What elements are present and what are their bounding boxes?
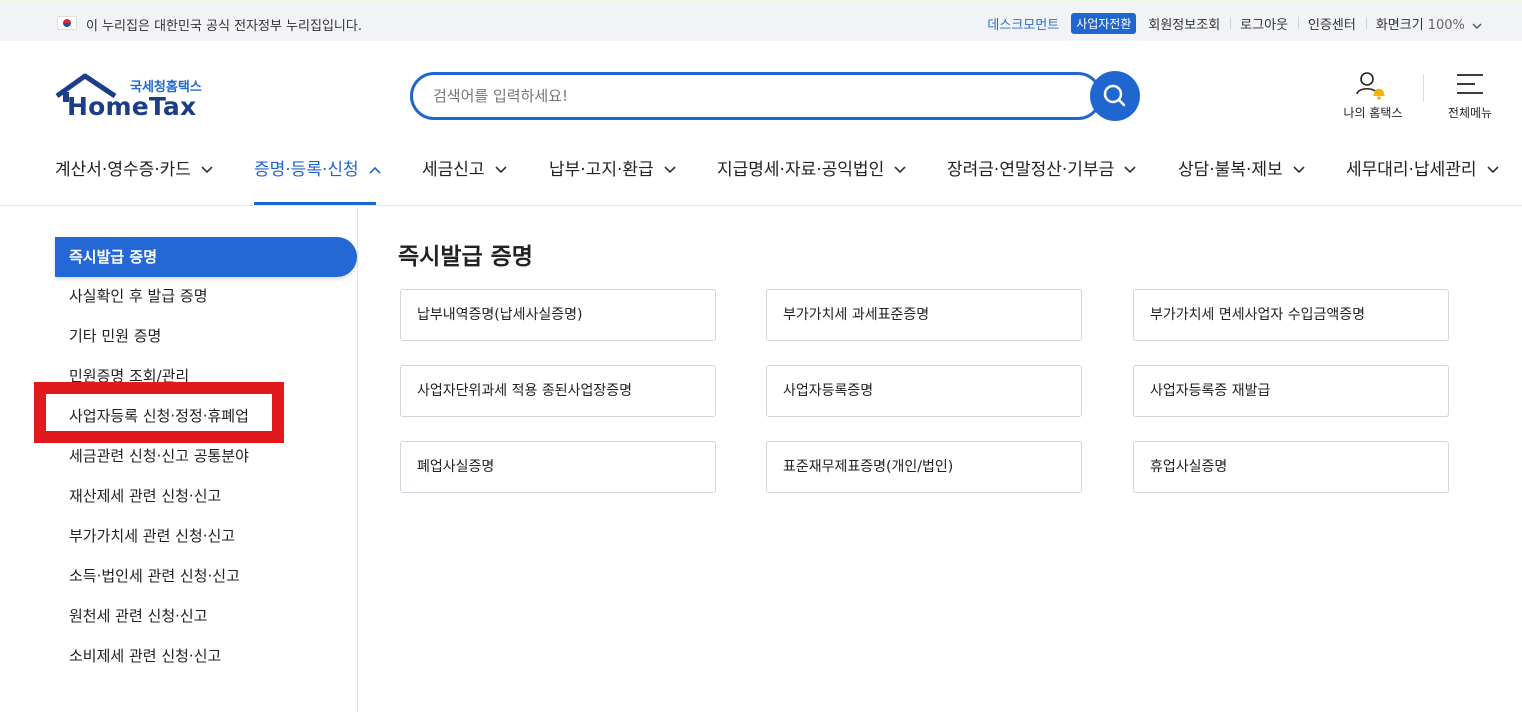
chevron-down-icon (1486, 166, 1499, 174)
sidebar-item-withholding-tax[interactable]: 원천세 관련 신청·신고 (55, 596, 208, 636)
search-button[interactable] (1090, 71, 1140, 121)
all-menu-button[interactable]: 전체메뉴 (1443, 70, 1497, 122)
cert-card-business-registration[interactable]: 사업자등록증명 (766, 365, 1082, 417)
cert-card-vat-tax-base[interactable]: 부가가치세 과세표준증명 (766, 289, 1082, 341)
nav-item-label: 납부·고지·환급 (549, 160, 654, 180)
gov-notice[interactable]: 이 누리집은 대한민국 공식 전자정부 누리집입니다. (86, 15, 362, 34)
member-info-link[interactable]: 회원정보조회 (1138, 14, 1230, 33)
sidebar-item-property-tax[interactable]: 재산제세 관련 신청·신고 (55, 476, 221, 516)
chevron-up-icon (369, 166, 381, 174)
sidebar-item-instant-certificate[interactable]: 즉시발급 증명 (55, 237, 357, 277)
my-hometax-button[interactable]: 나의 홈택스 (1338, 70, 1408, 122)
logo-english-text: HomeTax (67, 92, 197, 121)
nav-item-certificate-registration[interactable]: 증명·등록·신청 (254, 155, 381, 180)
sidebar-item-vat[interactable]: 부가가치세 관련 신청·신고 (55, 516, 235, 556)
nav-item-payment-statement[interactable]: 지급명세·자료·공익법인 (717, 155, 906, 180)
nav-item-label: 지급명세·자료·공익법인 (717, 160, 885, 180)
nav-item-label: 증명·등록·신청 (254, 160, 359, 180)
search-icon (1103, 84, 1126, 107)
cert-card-closure[interactable]: 폐업사실증명 (400, 441, 716, 493)
nav-item-payment-notice-refund[interactable]: 납부·고지·환급 (549, 155, 676, 180)
zoom-control[interactable]: 화면크기 100% (1365, 14, 1492, 33)
zoom-value: 100% (1427, 18, 1465, 33)
chevron-down-icon (1293, 166, 1305, 174)
nav-item-label: 세금신고 (422, 160, 485, 180)
main-navigation: 계산서·영수증·카드 증명·등록·신청 세금신고 납부·고지·환급 지급명세·자… (0, 140, 1522, 206)
cert-card-vat-exempt-income[interactable]: 부가가치세 면세사업자 수입금액증명 (1133, 289, 1449, 341)
cert-card-registration-reissue[interactable]: 사업자등록증 재발급 (1133, 365, 1449, 417)
nav-item-invoice-receipt-card[interactable]: 계산서·영수증·카드 (55, 155, 213, 180)
logout-link[interactable]: 로그아웃 (1230, 14, 1298, 33)
cert-card-suspension[interactable]: 휴업사실증명 (1133, 441, 1449, 493)
chevron-down-icon (894, 166, 906, 174)
my-hometax-label: 나의 홈택스 (1343, 106, 1403, 120)
nav-item-tax-agent-management[interactable]: 세무대리·납세관리 (1346, 155, 1499, 180)
nav-item-label: 세무대리·납세관리 (1346, 160, 1477, 180)
hamburger-menu-icon (1457, 74, 1483, 94)
desk-moment-link[interactable]: 데스크모먼트 (977, 14, 1069, 33)
business-switch-button[interactable]: 사업자전환 (1071, 13, 1137, 34)
korea-flag-icon (57, 16, 77, 30)
nav-item-label: 계산서·영수증·카드 (55, 160, 191, 180)
header-divider (1423, 74, 1424, 102)
nav-item-incentive-yearend-donation[interactable]: 장려금·연말정산·기부금 (947, 155, 1136, 180)
page-title: 즉시발급 증명 (398, 244, 533, 270)
search-box (410, 72, 1102, 120)
zoom-label: 화면크기 (1375, 18, 1424, 33)
nav-item-label: 상담·불복·제보 (1178, 160, 1283, 180)
hometax-logo[interactable]: 국세청홈택스 HomeTax (55, 72, 215, 122)
all-menu-label: 전체메뉴 (1447, 106, 1493, 120)
cert-center-link[interactable]: 인증센터 (1298, 14, 1366, 33)
active-nav-underline (254, 202, 376, 205)
sidebar-item-consumption-tax[interactable]: 소비제세 관련 신청·신고 (55, 636, 221, 676)
chevron-down-icon (1472, 22, 1482, 29)
sidebar-item-tax-common[interactable]: 세금관련 신청·신고 공통분야 (55, 436, 249, 476)
cert-card-payment-history[interactable]: 납부내역증명(납세사실증명) (400, 289, 716, 341)
nav-item-consult-appeal-report[interactable]: 상담·불복·제보 (1178, 155, 1305, 180)
sidebar-item-income-corporate-tax[interactable]: 소득·법인세 관련 신청·신고 (55, 556, 240, 596)
search-input[interactable] (433, 85, 1073, 107)
cert-card-financial-statement[interactable]: 표준재무제표증명(개인/법인) (766, 441, 1082, 493)
gov-banner: 이 누리집은 대한민국 공식 전자정부 누리집입니다. 데스크모먼트 사업자전환… (0, 0, 1522, 41)
sidebar-item-other-certificate[interactable]: 기타 민원 증명 (55, 316, 161, 356)
chevron-down-icon (494, 166, 507, 174)
chevron-down-icon (201, 166, 213, 174)
chevron-down-icon (664, 166, 676, 174)
user-bell-icon (1356, 72, 1385, 100)
nav-item-tax-filing[interactable]: 세금신고 (422, 155, 507, 180)
chevron-down-icon (1124, 166, 1136, 174)
cert-card-subsidiary-business[interactable]: 사업자단위과세 적용 종된사업장증명 (400, 365, 716, 417)
nav-item-label: 장려금·연말정산·기부금 (947, 160, 1115, 180)
sidebar-item-verified-certificate[interactable]: 사실확인 후 발급 증명 (55, 276, 208, 316)
sidebar-item-business-registration[interactable]: 사업자등록 신청·정정·휴폐업 (55, 396, 249, 436)
utility-links: 데스크모먼트 사업자전환 회원정보조회 로그아웃 인증센터 화면크기 100% (977, 13, 1492, 34)
